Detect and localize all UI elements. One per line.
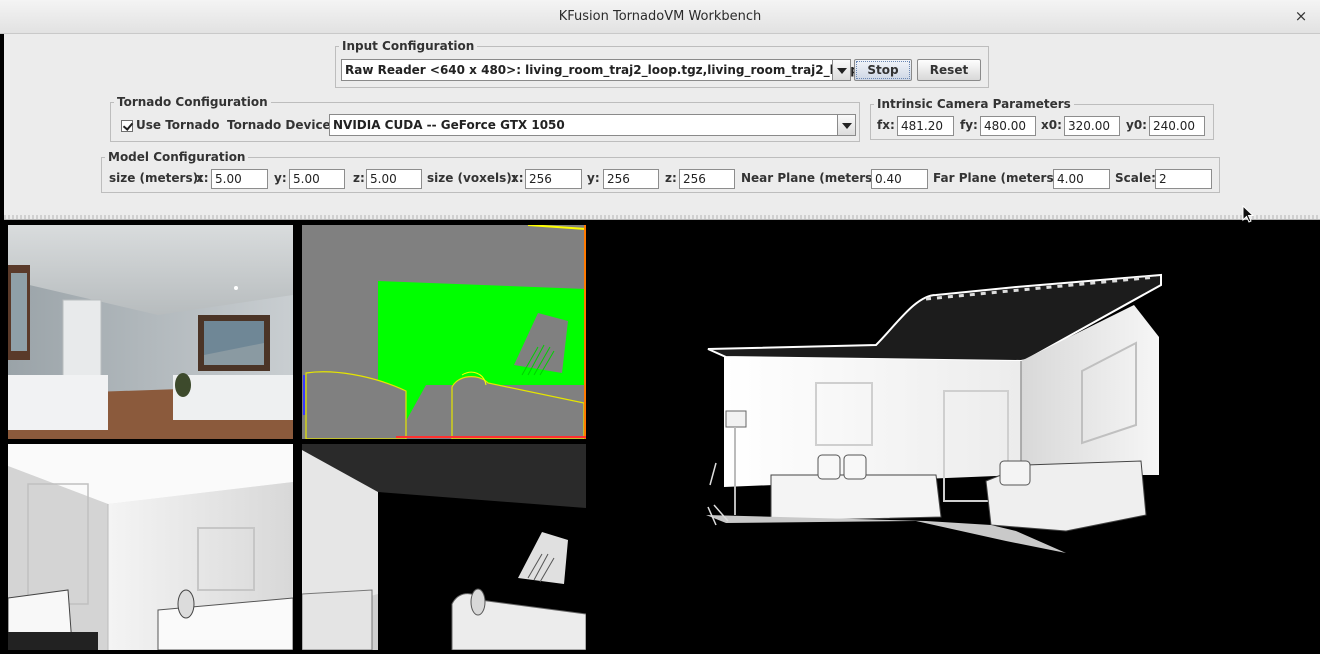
tornado-device-label: Tornado Device:: [227, 118, 336, 132]
window-title: KFusion TornadoVM Workbench: [558, 9, 762, 24]
fy-label: fy:: [960, 118, 978, 132]
input-configuration-legend: Input Configuration: [342, 39, 475, 53]
use-tornado-checkbox[interactable]: [121, 120, 133, 132]
fy-field[interactable]: [980, 116, 1036, 136]
size-z-label: z:: [353, 171, 365, 185]
size-x-label: x:: [196, 171, 209, 185]
voxel-y-label: y:: [587, 171, 600, 185]
controls-panel: Input Configuration Raw Reader <640 x 48…: [4, 34, 1320, 220]
raycast-render-view: [302, 444, 586, 650]
depth-render-image: [8, 444, 293, 650]
voxel-z-label: z:: [665, 171, 677, 185]
size-z-field[interactable]: [366, 169, 422, 189]
size-y-label: y:: [274, 171, 287, 185]
size-x-field[interactable]: [211, 169, 268, 189]
volume-render-image: [596, 225, 1320, 650]
chevron-down-icon[interactable]: [832, 60, 850, 80]
input-reader-value: Raw Reader <640 x 480>: living_room_traj…: [345, 63, 889, 77]
tornado-device-value: NVIDIA CUDA -- GeForce GTX 1050: [333, 118, 565, 132]
use-tornado-label: Use Tornado: [136, 118, 220, 132]
far-plane-label: Far Plane (meters):: [933, 171, 1064, 185]
size-y-field[interactable]: [289, 169, 345, 189]
tracking-view: [302, 225, 586, 439]
near-plane-label: Near Plane (meters):: [741, 171, 883, 185]
far-plane-field[interactable]: [1053, 169, 1110, 189]
fx-field[interactable]: [897, 116, 954, 136]
camera-parameters-legend: Intrinsic Camera Parameters: [877, 97, 1071, 111]
voxel-z-field[interactable]: [679, 169, 735, 189]
scale-field[interactable]: [1155, 169, 1212, 189]
y0-field[interactable]: [1149, 116, 1205, 136]
scale-label: Scale:: [1115, 171, 1156, 185]
volume-render-view: [596, 225, 1320, 650]
size-meters-label: size (meters):: [109, 171, 203, 185]
size-voxels-label: size (voxels):: [427, 171, 517, 185]
mouse-cursor-icon: [1242, 205, 1254, 223]
close-icon[interactable]: ×: [1292, 7, 1310, 25]
tornado-configuration-legend: Tornado Configuration: [117, 95, 268, 109]
near-plane-field[interactable]: [871, 169, 928, 189]
fx-label: fx:: [877, 118, 895, 132]
x0-label: x0:: [1041, 118, 1062, 132]
tornado-device-select[interactable]: NVIDIA CUDA -- GeForce GTX 1050: [329, 114, 856, 136]
stop-button[interactable]: Stop: [854, 59, 912, 81]
rgb-input-image: [8, 225, 293, 439]
x0-field[interactable]: [1064, 116, 1120, 136]
y0-label: y0:: [1126, 118, 1147, 132]
title-bar: KFusion TornadoVM Workbench ×: [0, 0, 1320, 34]
raycast-render-image: [302, 444, 586, 650]
reset-button[interactable]: Reset: [917, 59, 981, 81]
tracking-image: [302, 225, 586, 439]
voxel-y-field[interactable]: [603, 169, 659, 189]
rgb-input-view: [8, 225, 293, 439]
input-reader-select[interactable]: Raw Reader <640 x 480>: living_room_traj…: [341, 59, 889, 81]
voxel-x-label: x:: [511, 171, 524, 185]
model-configuration-legend: Model Configuration: [108, 150, 246, 164]
voxel-x-field[interactable]: [525, 169, 582, 189]
depth-render-view: [8, 444, 293, 650]
chevron-down-icon[interactable]: [837, 115, 855, 135]
